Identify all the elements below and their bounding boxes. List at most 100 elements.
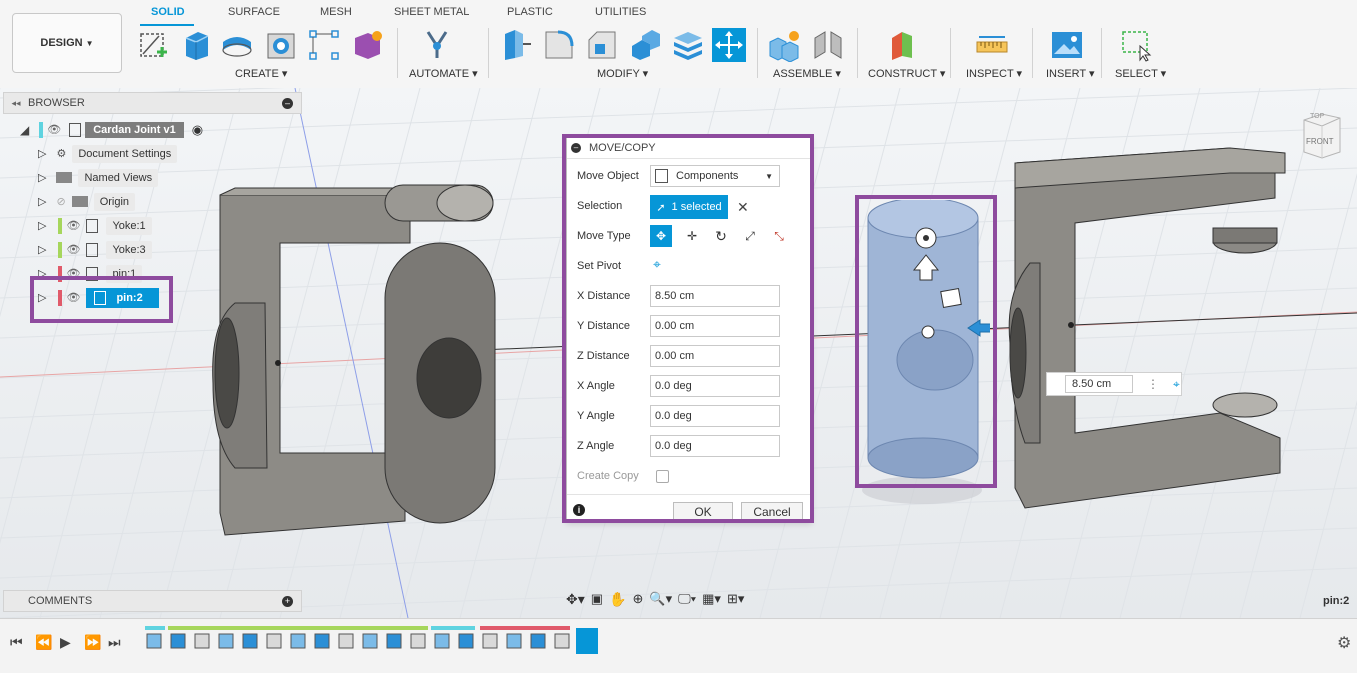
expand-triangle-icon[interactable]: ▷ — [38, 147, 46, 160]
eye-icon[interactable]: 👁 — [47, 123, 61, 136]
tree-item-pin-2[interactable]: ▷ 👁 pin:2 — [38, 287, 159, 308]
yoke-right-model[interactable] — [1000, 143, 1300, 553]
point-to-position-icon[interactable]: ⤡ — [768, 225, 790, 247]
automate-menu[interactable]: AUTOMATE ▾ — [409, 67, 478, 80]
move-copy-tool[interactable] — [712, 28, 746, 62]
inspect-menu[interactable]: INSPECT ▾ — [966, 67, 1022, 80]
selection-button[interactable]: ➚ 1 selected — [650, 195, 728, 219]
construct-menu[interactable]: CONSTRUCT ▾ — [868, 67, 945, 80]
tree-item-yoke-1[interactable]: ▷ 👁 Yoke:1 — [38, 215, 152, 236]
gear-icon[interactable]: ⚙ — [1337, 633, 1351, 653]
display-settings-icon[interactable]: 🖵▾ — [678, 591, 696, 607]
expand-triangle-icon[interactable]: ▷ — [38, 267, 46, 280]
shell-tool[interactable] — [628, 28, 662, 62]
look-at-icon[interactable]: ▣ — [591, 591, 603, 607]
create-copy-checkbox[interactable] — [656, 470, 669, 483]
tree-item-document-settings[interactable]: ▷ ⚙ Document Settings — [38, 143, 178, 164]
view-cube[interactable]: TOP FRONT — [1300, 110, 1342, 160]
revolve-tool[interactable] — [220, 28, 254, 62]
pin-2-model[interactable] — [860, 200, 990, 505]
design-workspace-button[interactable]: DESIGN ▼ — [12, 13, 122, 73]
offset-plane-tool[interactable] — [886, 28, 920, 62]
collapse-icon[interactable]: ◂◂ — [4, 98, 28, 109]
expand-triangle-icon[interactable]: ▷ — [38, 195, 46, 208]
hole-tool[interactable] — [264, 28, 298, 62]
joint-tool[interactable] — [811, 28, 845, 62]
timeline-features[interactable] — [143, 624, 603, 660]
collapse-triangle-icon[interactable]: ◢ — [20, 123, 29, 137]
go-to-start-icon[interactable]: ⏮ — [10, 634, 23, 651]
eye-icon[interactable]: 👁 — [66, 219, 80, 232]
minimize-icon[interactable]: – — [282, 97, 293, 109]
create-menu[interactable]: CREATE ▾ — [235, 67, 287, 80]
eye-icon[interactable]: 👁 — [66, 267, 80, 280]
add-comment-icon[interactable]: + — [282, 595, 293, 607]
ok-button[interactable]: OK — [673, 502, 733, 521]
cancel-button[interactable]: Cancel — [741, 502, 803, 521]
expand-triangle-icon[interactable]: ▷ — [38, 291, 46, 304]
translate-icon[interactable]: ✛ — [681, 225, 703, 247]
eye-icon[interactable]: 👁 — [66, 243, 80, 256]
insert-menu[interactable]: INSERT ▾ — [1046, 67, 1095, 80]
pattern-tool[interactable] — [307, 28, 341, 62]
point-to-point-icon[interactable]: ⤢ — [739, 225, 761, 247]
yoke-left-model[interactable] — [205, 183, 505, 558]
viewports-icon[interactable]: ⊞▾ — [727, 591, 744, 607]
pan-icon[interactable]: ✋ — [609, 591, 626, 608]
zoom-window-icon[interactable]: 🔍▾ — [649, 591, 672, 607]
automate-tool[interactable] — [420, 28, 454, 62]
step-back-icon[interactable]: ⏪ — [35, 634, 52, 651]
expand-triangle-icon[interactable]: ▷ — [38, 219, 46, 232]
z-distance-input[interactable]: 0.00 cm — [650, 345, 780, 367]
move-object-select[interactable]: Components ▼ — [650, 165, 780, 187]
form-tool[interactable] — [350, 28, 384, 62]
create-sketch-tool[interactable] — [137, 28, 171, 62]
expand-triangle-icon[interactable]: ▷ — [38, 243, 46, 256]
step-forward-icon[interactable]: ⏩ — [84, 634, 101, 651]
pivot-icon[interactable]: ⌖ — [653, 256, 661, 273]
y-distance-input[interactable]: 0.00 cm — [650, 315, 780, 337]
tab-sheet-metal[interactable]: SHEET METAL — [394, 6, 469, 18]
assemble-menu[interactable]: ASSEMBLE ▾ — [773, 67, 841, 80]
tab-utilities[interactable]: UTILITIES — [595, 6, 646, 18]
eye-icon[interactable]: 👁 — [66, 291, 80, 304]
select-menu[interactable]: SELECT ▾ — [1115, 67, 1166, 80]
go-to-end-icon[interactable]: ⏭ — [108, 634, 121, 651]
tab-solid[interactable]: SOLID — [151, 6, 185, 18]
expand-triangle-icon[interactable]: ▷ — [38, 171, 46, 184]
distance-input[interactable]: 8.50 cm — [1065, 375, 1133, 393]
tree-item-yoke-3[interactable]: ▷ 👁 Yoke:3 — [38, 239, 152, 260]
rotate-icon[interactable]: ↻ — [710, 225, 732, 247]
clear-selection-icon[interactable]: ✕ — [737, 199, 749, 216]
more-options-icon[interactable]: ⋮ — [1147, 377, 1159, 391]
chamfer-tool[interactable] — [585, 28, 619, 62]
activate-radio-icon[interactable]: ◉ — [192, 122, 203, 138]
tree-root[interactable]: ◢ 👁 Cardan Joint v1 ◉ — [20, 119, 203, 140]
orbit-icon[interactable]: ✥▾ — [566, 591, 585, 608]
tree-item-origin[interactable]: ▷ ⊘ Origin — [38, 191, 136, 212]
new-component-tool[interactable] — [768, 28, 802, 63]
window-select-tool[interactable] — [1120, 28, 1154, 62]
play-icon[interactable]: ▶ — [60, 634, 71, 651]
zoom-icon[interactable]: ⊕ — [633, 591, 644, 607]
x-distance-input[interactable]: 8.50 cm — [650, 285, 780, 307]
modify-menu[interactable]: MODIFY ▾ — [597, 67, 648, 80]
tab-surface[interactable]: SURFACE — [228, 6, 280, 18]
z-angle-input[interactable]: 0.0 deg — [650, 435, 780, 457]
info-icon[interactable]: i — [573, 504, 585, 516]
insert-canvas-tool[interactable] — [1050, 28, 1084, 62]
tree-item-named-views[interactable]: ▷ Named Views — [38, 167, 159, 188]
grid-settings-icon[interactable]: ▦▾ — [702, 591, 721, 607]
extrude-tool[interactable] — [178, 28, 212, 62]
x-angle-input[interactable]: 0.0 deg — [650, 375, 780, 397]
eye-hidden-icon[interactable]: ⊘ — [56, 195, 65, 208]
press-pull-tool[interactable] — [499, 28, 533, 62]
measure-tool[interactable] — [975, 28, 1009, 62]
tree-item-pin-1[interactable]: ▷ 👁 pin:1 — [38, 263, 143, 284]
pivot-icon[interactable]: ⌖ — [1173, 377, 1180, 392]
tab-plastic[interactable]: PLASTIC — [507, 6, 553, 18]
split-body-tool[interactable] — [671, 28, 705, 62]
tab-mesh[interactable]: MESH — [320, 6, 352, 18]
fillet-tool[interactable] — [542, 28, 576, 62]
y-angle-input[interactable]: 0.0 deg — [650, 405, 780, 427]
